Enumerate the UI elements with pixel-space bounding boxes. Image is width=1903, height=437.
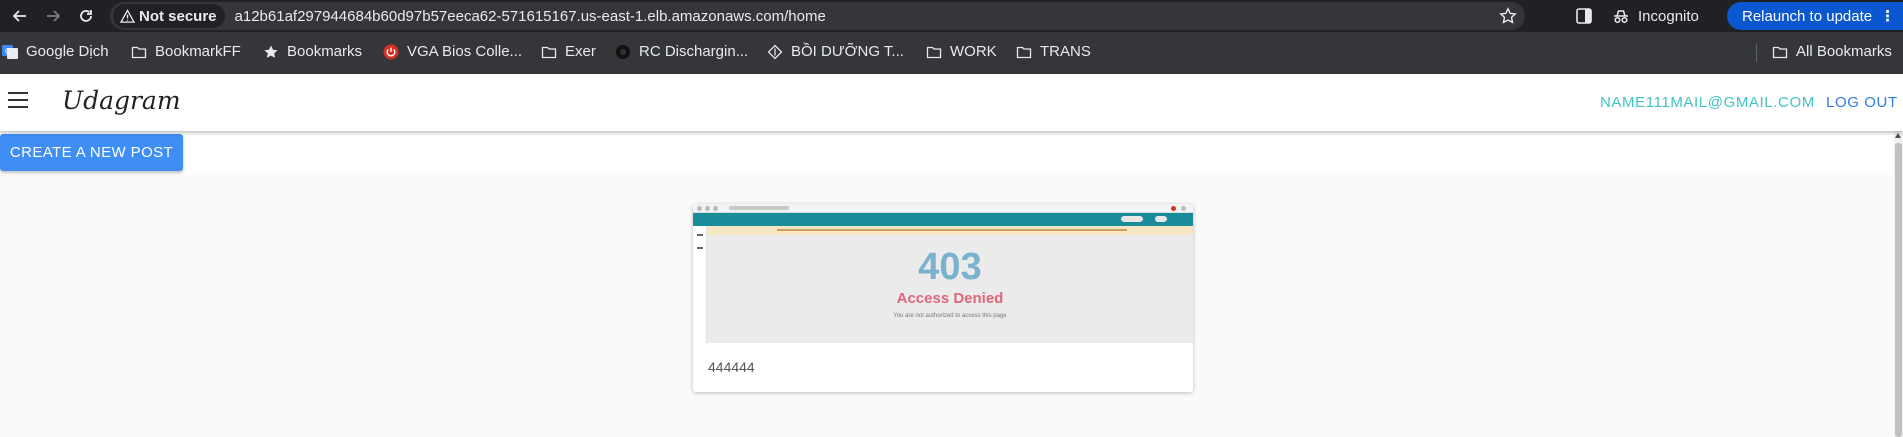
bookmark-boi-duong[interactable]: BỒI DƯỠNG T...	[767, 43, 904, 60]
incognito-indicator[interactable]: Incognito	[1612, 3, 1699, 29]
scrollbar-thumb[interactable]	[1895, 143, 1902, 437]
error-title: Access Denied	[896, 290, 1004, 307]
image-error-panel: 403 Access Denied You are not authorized…	[707, 235, 1193, 343]
bookmark-label: RC Dischargin...	[639, 43, 749, 60]
security-label: Not secure	[139, 7, 217, 25]
bookmark-folder-bookmarkff[interactable]: BookmarkFF	[131, 43, 241, 60]
logout-button[interactable]: LOG OUT	[1826, 94, 1898, 111]
create-post-button[interactable]: CREATE A NEW POST	[0, 134, 183, 171]
bookmark-label: VGA Bios Colle...	[407, 43, 523, 60]
bookmark-folder-exer[interactable]: Exer	[541, 43, 596, 60]
address-bar[interactable]: Not secure a12b61af297944684b60d97b57eec…	[110, 2, 1525, 30]
bookmark-folder-trans[interactable]: TRANS	[1016, 43, 1091, 60]
folder-icon	[1772, 44, 1788, 60]
bookmark-label: BookmarkFF	[155, 43, 241, 60]
folder-icon	[541, 44, 557, 60]
post-card: 403 Access Denied You are not authorized…	[693, 204, 1193, 392]
page-scrollbar[interactable]	[1894, 131, 1903, 437]
forward-arrow-icon	[47, 10, 61, 22]
bookmark-label: Bookmarks	[287, 43, 363, 60]
app-header: Udagram NAME111MAIL@GMAIL.COM LOG OUT	[0, 74, 1903, 131]
app-logo[interactable]: Udagram	[62, 86, 181, 115]
bookmark-vga-bios[interactable]: VGA Bios Colle...	[383, 43, 522, 60]
bookmark-label: WORK	[950, 43, 997, 60]
star-icon	[263, 44, 279, 60]
reload-button[interactable]	[73, 3, 99, 29]
folder-icon	[131, 44, 147, 60]
bookmark-label: Exer	[565, 43, 596, 60]
browser-toolbar: Not secure a12b61af297944684b60d97b57eec…	[0, 0, 1903, 32]
menu-icon[interactable]	[8, 92, 28, 108]
bookmark-google-translate[interactable]: G Google Dịch	[2, 43, 109, 60]
bookmark-folder-bookmarks[interactable]: Bookmarks	[263, 43, 362, 60]
more-menu-icon[interactable]: ⋮	[1880, 7, 1895, 25]
relaunch-button[interactable]: Relaunch to update ⋮	[1727, 2, 1903, 30]
reload-icon	[80, 10, 92, 22]
bookmark-star-icon[interactable]	[1499, 7, 1517, 25]
bookmark-rc-discharging[interactable]: RC Dischargin...	[615, 43, 748, 60]
image-sidebar	[693, 226, 707, 343]
incognito-label: Incognito	[1638, 7, 1699, 25]
url-text[interactable]: a12b61af297944684b60d97b57eeca62-5716151…	[235, 8, 826, 25]
error-code: 403	[918, 246, 982, 288]
back-arrow-icon	[12, 10, 26, 22]
incognito-icon	[1614, 10, 1628, 24]
relaunch-label: Relaunch to update	[1742, 7, 1873, 25]
post-caption: 444444	[708, 359, 755, 375]
user-email-link[interactable]: NAME111MAIL@GMAIL.COM	[1600, 94, 1815, 111]
forward-button[interactable]	[40, 3, 66, 29]
image-browser-tabbar	[693, 204, 1193, 213]
site-icon	[615, 44, 631, 60]
all-bookmarks-label: All Bookmarks	[1796, 43, 1892, 60]
error-message: You are not authorized to access this pa…	[893, 313, 1007, 319]
post-image: 403 Access Denied You are not authorized…	[693, 204, 1193, 343]
folder-icon	[1016, 44, 1032, 60]
scroll-up-arrow-icon[interactable]	[1895, 133, 1901, 138]
all-bookmarks-button[interactable]: All Bookmarks	[1772, 43, 1892, 60]
bookmark-label: TRANS	[1040, 43, 1091, 60]
folder-icon	[926, 44, 942, 60]
power-icon	[383, 44, 399, 60]
bookmark-label: BỒI DƯỠNG T...	[791, 43, 904, 60]
bookmarks-bar: G Google Dịch BookmarkFF Bookmarks VGA B…	[0, 32, 1903, 74]
svg-text:G: G	[5, 47, 11, 56]
back-button[interactable]	[7, 3, 33, 29]
warning-icon	[120, 8, 135, 23]
google-translate-icon: G	[2, 44, 18, 60]
diamond-icon	[767, 44, 783, 60]
security-chip[interactable]: Not secure	[113, 4, 225, 28]
side-panel-icon[interactable]	[1574, 6, 1594, 26]
bookmark-folder-work[interactable]: WORK	[926, 43, 997, 60]
action-bar: CREATE A NEW POST	[0, 131, 1903, 175]
image-warning-banner	[707, 226, 1193, 235]
bookmark-label: Google Dịch	[26, 43, 109, 60]
image-app-header	[693, 213, 1193, 226]
bookmarks-divider	[1756, 44, 1757, 62]
